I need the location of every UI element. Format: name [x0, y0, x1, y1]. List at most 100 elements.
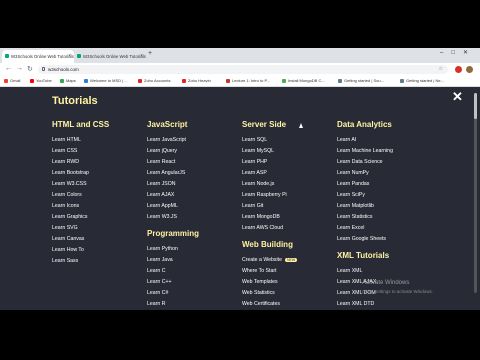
menu-link[interactable]: Learn React — [147, 159, 175, 165]
section-heading: Server Side — [242, 120, 287, 129]
document-icon — [400, 79, 404, 83]
menu-link[interactable]: Learn Raspberry Pi — [242, 192, 287, 198]
new-tab-icon[interactable]: + — [148, 50, 152, 57]
menu-link[interactable]: Learn SciPy — [337, 192, 365, 198]
section-heading: XML Tutorials — [337, 251, 390, 260]
tab-w3schools-2[interactable]: W3Schools Online Web Tutorials × — [74, 50, 146, 63]
menu-link[interactable]: Learn AJAX — [147, 192, 174, 198]
scrollbar-thumb[interactable] — [474, 93, 477, 119]
menu-link[interactable]: Learn Canvas — [52, 236, 84, 242]
close-tab-icon[interactable]: × — [68, 53, 71, 59]
menu-link[interactable]: Web Templates — [242, 279, 278, 285]
menu-link[interactable]: Learn PHP — [242, 159, 267, 165]
menu-link[interactable]: Learn Sass — [52, 258, 78, 264]
lecture-icon — [226, 79, 230, 83]
document-icon — [338, 79, 342, 83]
section-heading: Data Analytics — [337, 120, 392, 129]
scrollbar[interactable] — [474, 93, 477, 293]
menu-link[interactable]: Learn jQuery — [147, 148, 177, 154]
tab-bar: W3Schools Online Web Tutorials × W3Schoo… — [0, 48, 480, 63]
menu-link[interactable]: Learn Google Sheets — [337, 236, 386, 242]
menu-link[interactable]: Learn AppML — [147, 203, 178, 209]
video-frame: W3Schools Online Web Tutorials × W3Schoo… — [0, 0, 480, 360]
menu-link[interactable]: Learn Statistics — [337, 214, 372, 220]
menu-link[interactable]: Learn Machine Learning — [337, 148, 393, 154]
activate-windows-subtext: Go to Settings to activate Windows. — [362, 289, 434, 294]
lock-icon — [42, 67, 45, 71]
tab-w3schools-1[interactable]: W3Schools Online Web Tutorials × — [2, 50, 74, 63]
tab-title: W3Schools Online Web Tutorials — [83, 54, 146, 59]
menu-link[interactable]: Learn NumPy — [337, 170, 369, 176]
menu-link[interactable]: Learn Graphics — [52, 214, 87, 220]
menu-link[interactable]: Learn Python — [147, 246, 178, 252]
menu-link[interactable]: Learn MongoDB — [242, 214, 280, 220]
menu-link[interactable]: Learn Colors — [52, 192, 82, 198]
menu-link[interactable]: Learn Java — [147, 257, 173, 263]
menu-link[interactable]: Learn C# — [147, 290, 168, 296]
menu-title: Tutorials — [52, 95, 98, 107]
bookmark-item[interactable]: Getting started | Ne... — [400, 78, 460, 83]
menu-link[interactable]: Create a Website NEW — [242, 257, 298, 263]
back-icon[interactable]: ← — [5, 65, 12, 72]
bookmark-item[interactable]: Zoho Accounts — [138, 78, 178, 83]
bookmark-star-icon[interactable]: ☆ — [439, 66, 443, 72]
extension-icon[interactable] — [455, 66, 462, 73]
menu-link[interactable]: Learn HTML — [52, 137, 81, 143]
menu-link[interactable]: Learn W3.CSS — [52, 181, 87, 187]
bookmark-item[interactable]: Gmail — [4, 78, 28, 83]
menu-link[interactable]: Learn R — [147, 301, 165, 307]
menu-link[interactable]: Learn XML DTD — [337, 301, 374, 307]
gmail-icon — [4, 79, 8, 83]
menu-link[interactable]: Where To Start — [242, 268, 277, 274]
menu-link[interactable]: Learn C — [147, 268, 165, 274]
menu-link[interactable]: Learn Bootstrap — [52, 170, 89, 176]
menu-link[interactable]: Learn RWD — [52, 159, 79, 165]
menu-link[interactable]: Learn JavaScript — [147, 137, 186, 143]
menu-link[interactable]: Learn JSON — [147, 181, 176, 187]
menu-link[interactable]: Learn XML — [337, 268, 362, 274]
bookmark-item[interactable]: YouTube — [30, 78, 58, 83]
bookmark-item[interactable]: Maps — [60, 78, 82, 83]
address-bar[interactable]: w3schools.com ☆ — [38, 65, 448, 74]
menu-link[interactable]: Web Statistics — [242, 290, 275, 296]
section-heading: Programming — [147, 229, 200, 238]
msd-icon — [84, 79, 88, 83]
bookmark-item[interactable]: Zoho Heavin — [182, 78, 222, 83]
menu-link[interactable]: Learn W3.JS — [147, 214, 177, 220]
menu-link[interactable]: Learn How To — [52, 247, 84, 253]
menu-link[interactable]: Learn C++ — [147, 279, 172, 285]
bookmarks-bar: Gmail YouTube Maps Welcome to MSD | ... … — [0, 76, 480, 87]
bookmark-item[interactable]: Welcome to MSD | ... — [84, 78, 134, 83]
menu-link[interactable]: Web Certificates — [242, 301, 280, 307]
profile-avatar-icon[interactable] — [466, 66, 473, 73]
menu-link[interactable]: Learn ASP — [242, 170, 267, 176]
forward-icon[interactable]: → — [16, 65, 23, 72]
section-heading: JavaScript — [147, 120, 188, 129]
menu-link[interactable]: Learn Icons — [52, 203, 79, 209]
new-badge: NEW — [284, 257, 298, 262]
close-tab-icon[interactable]: × — [140, 53, 143, 59]
mouse-cursor-icon — [299, 123, 303, 128]
bookmark-item[interactable]: Lecture 1: Intro to P... — [226, 78, 278, 83]
menu-link[interactable]: Learn AWS Cloud — [242, 225, 283, 231]
menu-link[interactable]: Learn MySQL — [242, 148, 274, 154]
menu-link[interactable]: Learn SVG — [52, 225, 78, 231]
menu-link[interactable]: Learn Excel — [337, 225, 364, 231]
menu-link[interactable]: Learn Git — [242, 203, 263, 209]
close-icon[interactable]: ✕ — [452, 89, 463, 105]
window-controls[interactable]: –□✕ — [440, 49, 476, 56]
bookmark-item[interactable]: Install MongoDB C... — [282, 78, 334, 83]
menu-link[interactable]: Learn CSS — [52, 148, 77, 154]
menu-link[interactable]: Learn Data Science — [337, 159, 383, 165]
mongodb-icon — [282, 79, 286, 83]
bookmark-item[interactable]: Getting started | Sou... — [338, 78, 396, 83]
menu-link[interactable]: Learn Node.js — [242, 181, 274, 187]
reload-icon[interactable]: ↻ — [27, 65, 33, 73]
menu-link[interactable]: Learn Matplotlib — [337, 203, 374, 209]
menu-link[interactable]: Learn AI — [337, 137, 356, 143]
menu-link[interactable]: Learn SQL — [242, 137, 267, 143]
tutorials-menu-overlay: Tutorials ✕ HTML and CSS Learn HTML Lear… — [0, 87, 480, 310]
section-heading: Web Building — [242, 240, 293, 249]
menu-link[interactable]: Learn AngularJS — [147, 170, 185, 176]
menu-link[interactable]: Learn Pandas — [337, 181, 369, 187]
